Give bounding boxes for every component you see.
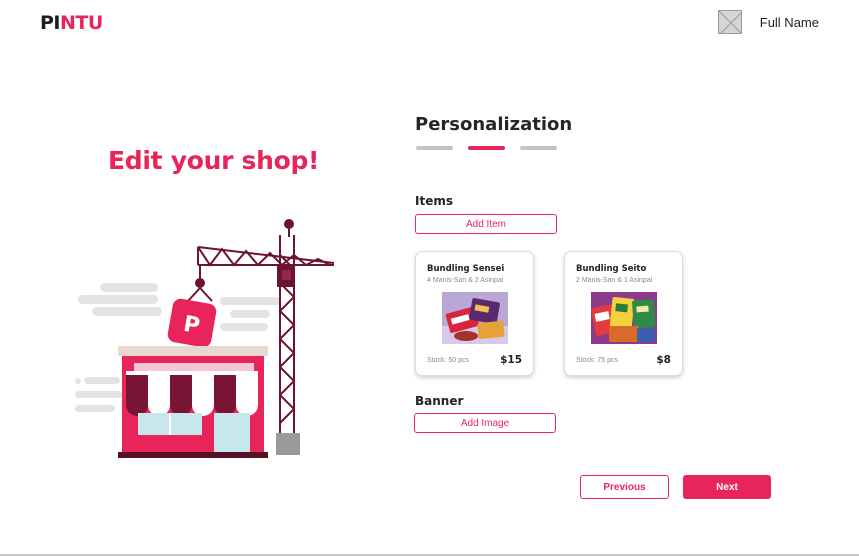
items-label: Items	[415, 194, 453, 208]
product-card[interactable]: Bundling Seito 2 Manis-San & 1 Asinpai S…	[564, 251, 683, 376]
user-name: Full Name	[759, 14, 819, 30]
product-name: Bundling Seito	[576, 264, 647, 274]
next-button[interactable]: Next	[683, 475, 771, 499]
add-item-button[interactable]: Add Item	[415, 214, 557, 234]
step-indicator-1	[416, 146, 453, 150]
step-indicator-3	[520, 146, 557, 150]
brand-logo[interactable]: PINTU	[40, 12, 103, 34]
product-description: 2 Manis-San & 1 Asinpai	[576, 277, 653, 284]
product-image	[591, 292, 657, 344]
product-name: Bundling Sensei	[427, 264, 505, 274]
step-progress	[416, 146, 557, 150]
user-menu[interactable]: Full Name	[717, 10, 819, 34]
hero-headline: Edit your shop!	[108, 146, 320, 175]
previous-button[interactable]: Previous	[580, 475, 669, 499]
logo-part-2: NTU	[60, 12, 103, 34]
product-stock: Stock: 50 pcs	[427, 357, 470, 364]
step-indicator-2	[468, 146, 505, 150]
product-price: $8	[656, 354, 671, 366]
image-placeholder-icon	[717, 10, 742, 34]
banner-label: Banner	[415, 394, 464, 408]
logo-part-1: PI	[40, 12, 61, 34]
shop-under-construction-illustration: P	[70, 215, 340, 465]
product-price: $15	[500, 354, 522, 366]
product-image	[442, 292, 508, 344]
page-title: Personalization	[415, 114, 573, 135]
add-image-button[interactable]: Add Image	[414, 413, 556, 433]
product-stock: Stock: 75 pcs	[576, 357, 619, 364]
product-card[interactable]: Bundling Sensei 4 Manis-San & 2 Asinpai …	[415, 251, 534, 376]
product-description: 4 Manis-San & 2 Asinpai	[427, 277, 504, 284]
